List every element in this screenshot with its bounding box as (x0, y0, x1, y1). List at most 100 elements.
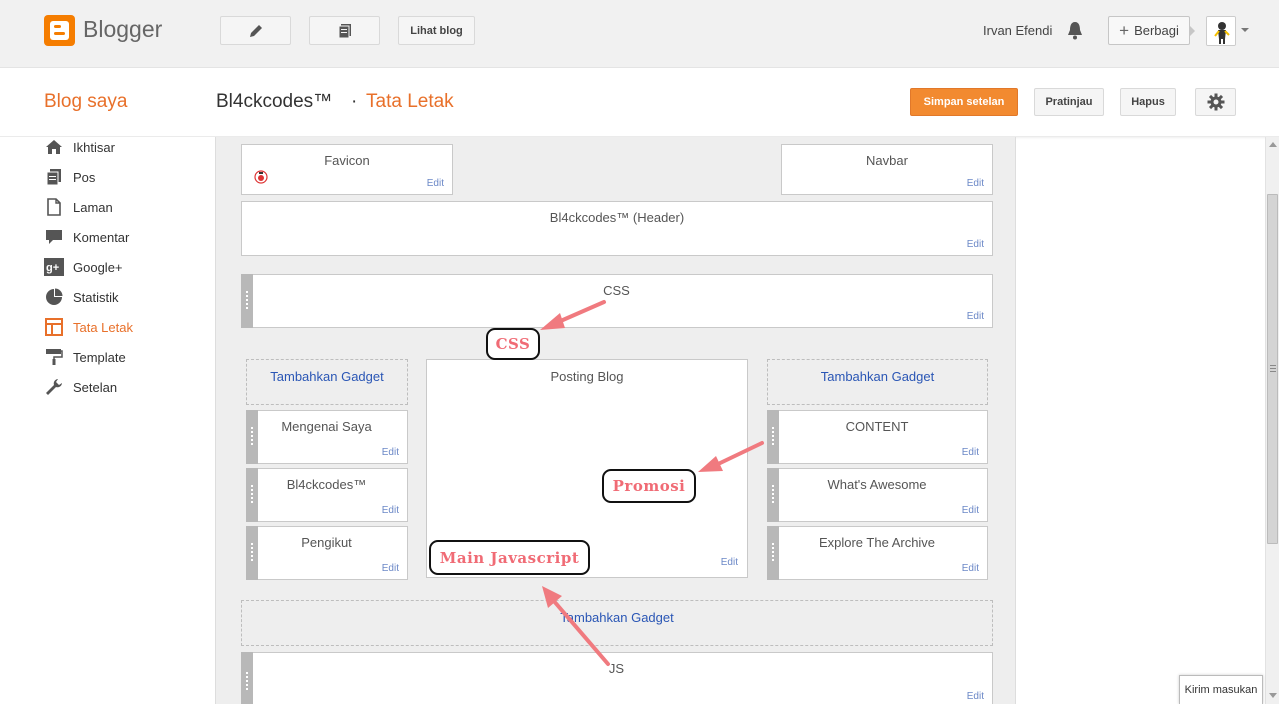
sidebar-item-setelan[interactable]: Setelan (44, 377, 117, 397)
grip-icon (1270, 365, 1276, 373)
google-plus-icon: g+ (44, 257, 64, 277)
scroll-thumb[interactable] (1267, 194, 1278, 544)
gadget-title: What's Awesome (827, 477, 927, 492)
edit-link[interactable]: Edit (721, 557, 738, 568)
gadget-explore-archive[interactable]: Explore The Archive Edit (767, 526, 988, 580)
add-gadget-right[interactable]: Tambahkan Gadget (767, 359, 988, 405)
breadcrumb-separator: · (351, 91, 358, 112)
sidebar-item-label: Pos (73, 169, 96, 185)
home-icon (44, 137, 64, 157)
sidebar-item-komentar[interactable]: Komentar (44, 227, 129, 247)
gear-icon (1207, 93, 1224, 111)
annotation-promosi: Promosi (602, 469, 696, 503)
pencil-icon (249, 24, 262, 37)
comment-icon (44, 227, 64, 247)
edit-link[interactable]: Edit (962, 505, 979, 516)
add-gadget-bottom[interactable]: Tambahkan Gadget (241, 600, 993, 646)
documents-icon (338, 23, 351, 38)
delete-button[interactable]: Hapus (1120, 88, 1176, 116)
scroll-up-arrow-icon[interactable] (1269, 142, 1277, 147)
edit-link[interactable]: Edit (382, 563, 399, 574)
gadget-bl4ckcodes[interactable]: Bl4ckcodes™ Edit (246, 468, 408, 522)
sidebar-item-tata-letak[interactable]: Tata Letak (44, 317, 133, 337)
my-blogs-link[interactable]: Blog saya (44, 91, 127, 113)
sidebar-item-label: Setelan (73, 379, 118, 395)
paint-roller-icon (44, 347, 64, 367)
edit-link[interactable]: Edit (382, 447, 399, 458)
page-icon (44, 197, 64, 217)
blog-header-bar: Blog saya Bl4ckcodes™ · Tata Letak Simpa… (0, 68, 1279, 137)
sidebar-item-label: Statistik (73, 289, 119, 305)
gadget-title: Posting Blog (550, 369, 624, 384)
gadget-whats-awesome[interactable]: What's Awesome Edit (767, 468, 988, 522)
page-title: Tata Letak (366, 91, 454, 112)
sidebar-item-template[interactable]: Template (44, 347, 126, 367)
edit-link[interactable]: Edit (967, 311, 984, 322)
edit-link[interactable]: Edit (382, 505, 399, 516)
favicon-icon (254, 170, 268, 189)
vertical-scrollbar[interactable] (1265, 137, 1279, 704)
sidebar-item-statistik[interactable]: Statistik (44, 287, 119, 307)
gadget-pengikut[interactable]: Pengikut Edit (246, 526, 408, 580)
layout-canvas: Favicon Edit Navbar Edit Bl4ckcodes™ (He… (215, 137, 1016, 704)
edit-link[interactable]: Edit (962, 563, 979, 574)
wrench-icon (44, 377, 64, 397)
share-label: Berbagi (1134, 23, 1179, 38)
gadget-navbar[interactable]: Navbar Edit (781, 144, 993, 195)
sidebar-item-laman[interactable]: Laman (44, 197, 113, 217)
gadget-content[interactable]: CONTENT Edit (767, 410, 988, 464)
sidebar-item-ikhtisar[interactable]: Ikhtisar (44, 137, 115, 157)
gadget-js[interactable]: JS Edit (241, 652, 993, 704)
posts-icon (44, 167, 64, 187)
pie-chart-icon (44, 287, 64, 307)
gadget-mengenai-saya[interactable]: Mengenai Saya Edit (246, 410, 408, 464)
gadget-title: Explore The Archive (818, 535, 936, 550)
view-blog-button[interactable]: Lihat blog (398, 16, 475, 45)
sidebar-item-label: Google+ (73, 259, 123, 275)
gadget-header[interactable]: Bl4ckcodes™ (Header) Edit (241, 201, 993, 256)
sidebar-item-googleplus[interactable]: g+ Google+ (44, 257, 123, 277)
edit-link[interactable]: Edit (967, 178, 984, 189)
add-gadget-label: Tambahkan Gadget (820, 369, 935, 384)
sidebar-item-label: Komentar (73, 229, 130, 245)
gadget-title: CONTENT (845, 419, 909, 434)
avatar[interactable] (1206, 16, 1236, 46)
new-post-button[interactable] (220, 16, 291, 45)
edit-link[interactable]: Edit (967, 691, 984, 702)
blog-title: Bl4ckcodes™ (216, 91, 333, 112)
brand-name[interactable]: Blogger (83, 16, 162, 43)
edit-link[interactable]: Edit (967, 239, 984, 250)
add-gadget-label: Tambahkan Gadget (560, 610, 674, 625)
edit-link[interactable]: Edit (427, 178, 444, 189)
posts-list-button[interactable] (309, 16, 380, 45)
gadget-css[interactable]: CSS Edit (241, 274, 993, 328)
sidebar-item-pos[interactable]: Pos (44, 167, 95, 187)
settings-button[interactable] (1195, 88, 1236, 116)
gadget-title: Bl4ckcodes™ (286, 477, 367, 492)
gadget-favicon[interactable]: Favicon Edit (241, 144, 453, 195)
annotation-css: CSS (486, 328, 540, 360)
share-button[interactable]: + Berbagi (1108, 16, 1190, 45)
gadget-title: Favicon (324, 153, 370, 168)
send-feedback-button[interactable]: Kirim masukan (1179, 675, 1263, 704)
drag-handle[interactable] (241, 652, 253, 704)
plus-icon: + (1119, 21, 1130, 40)
annotation-main-javascript: Main Javascript (429, 540, 590, 575)
sidebar-item-label: Tata Letak (73, 319, 133, 335)
user-name: Irvan Efendi (983, 23, 1053, 38)
sidebar: Ikhtisar Pos Laman Komentar g+ Google+ S… (0, 137, 215, 704)
gadget-title: Bl4ckcodes™ (Header) (549, 210, 685, 225)
blogger-logo-icon[interactable] (44, 15, 75, 46)
edit-link[interactable]: Edit (962, 447, 979, 458)
gadget-title: CSS (603, 283, 630, 298)
chevron-down-icon[interactable] (1241, 28, 1249, 32)
gadget-title: Navbar (866, 153, 908, 168)
gadget-title: JS (608, 661, 625, 676)
gadget-title: Pengikut (301, 535, 352, 550)
save-settings-button[interactable]: Simpan setelan (910, 88, 1018, 116)
add-gadget-left[interactable]: Tambahkan Gadget (246, 359, 408, 405)
preview-button[interactable]: Pratinjau (1034, 88, 1104, 116)
bell-icon[interactable] (1066, 21, 1084, 46)
scroll-down-arrow-icon[interactable] (1269, 693, 1277, 698)
top-bar: Blogger Lihat blog Irvan Efendi + Berbag… (0, 0, 1279, 68)
